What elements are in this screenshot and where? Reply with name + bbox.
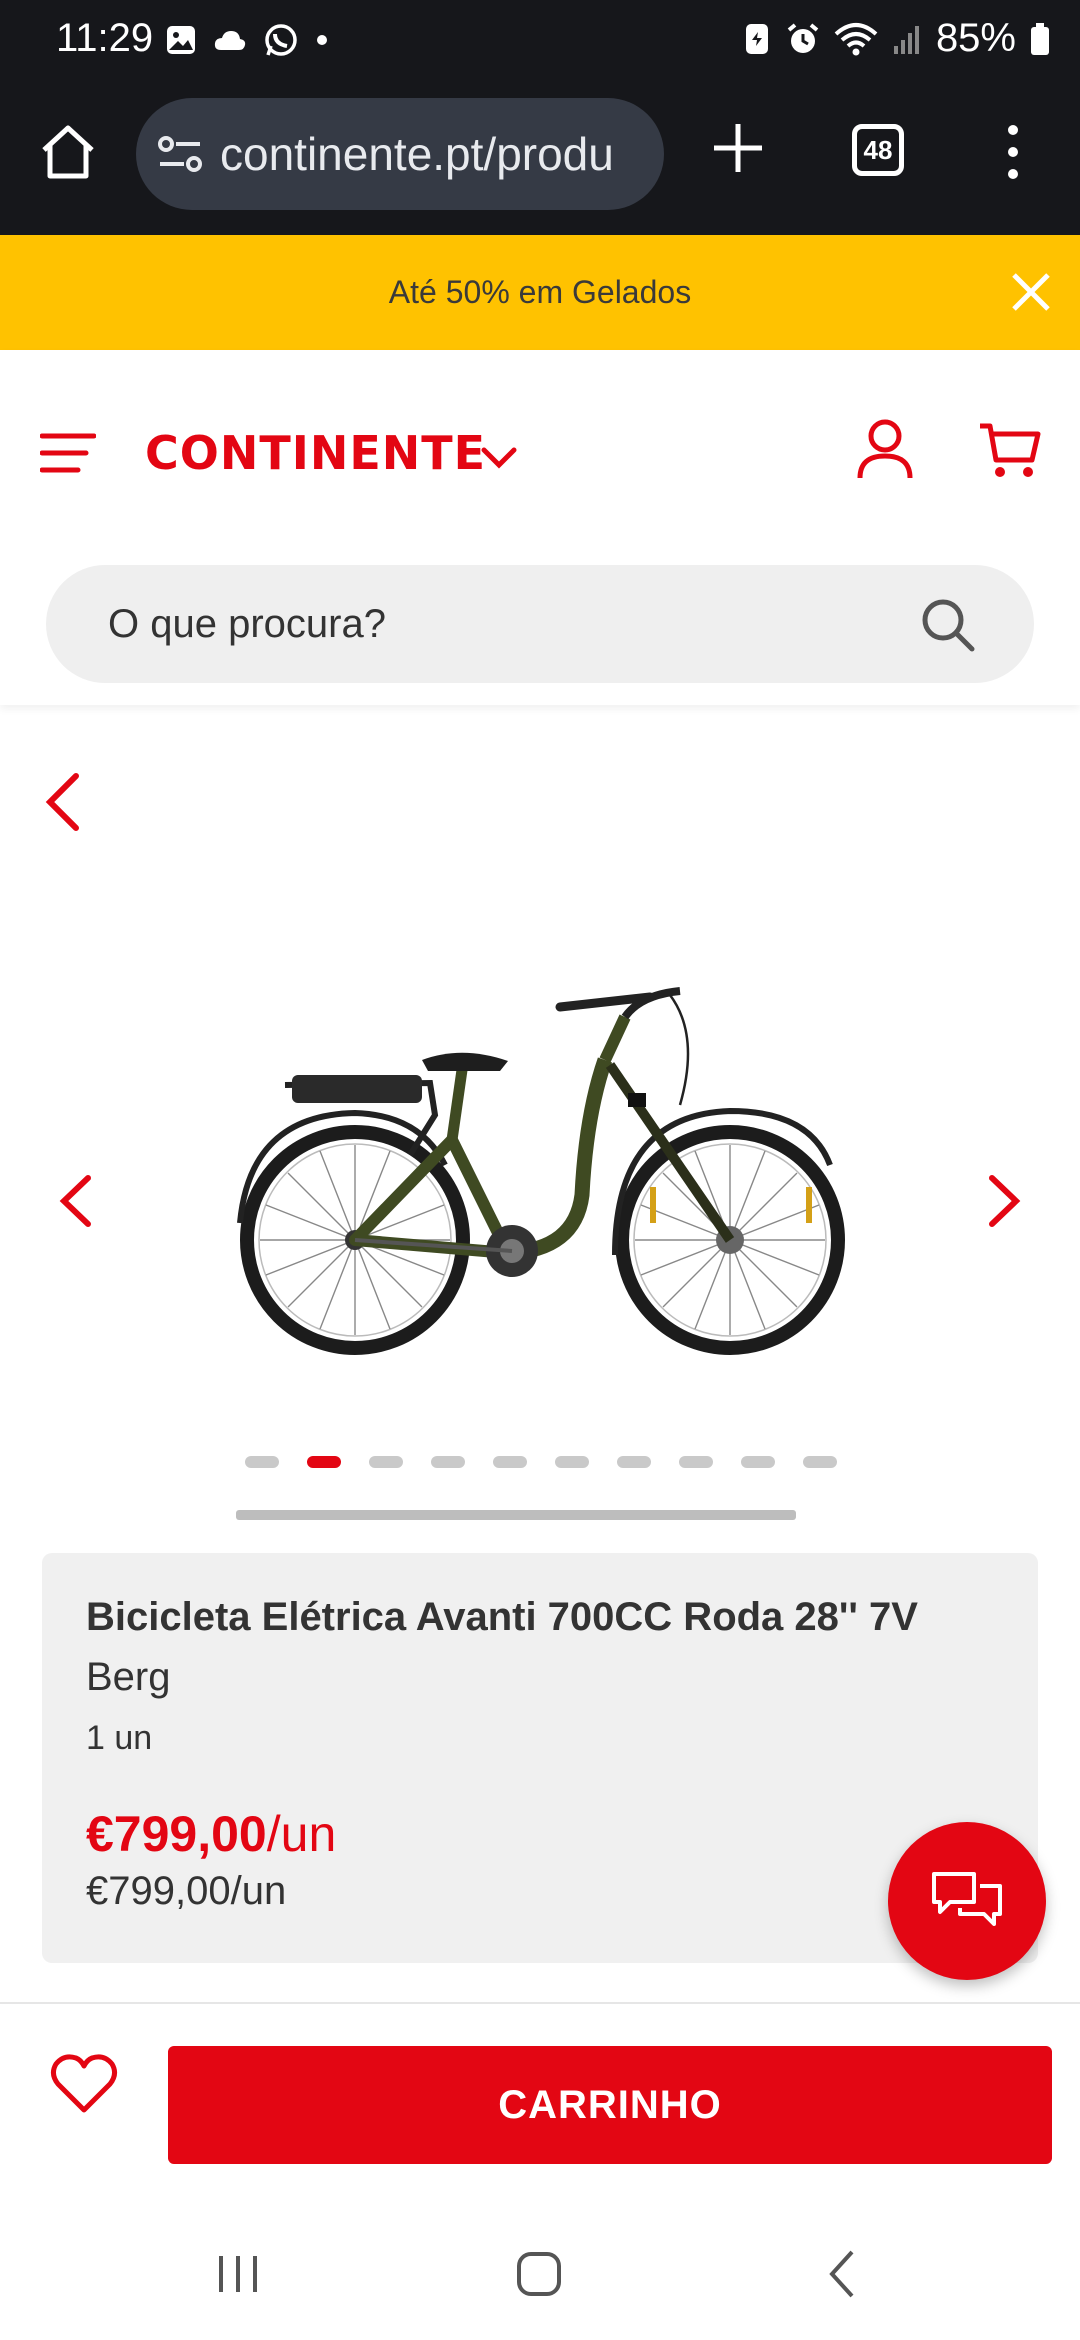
home-icon[interactable]: [36, 120, 100, 184]
chat-button[interactable]: [888, 1822, 1046, 1980]
whatsapp-icon: [265, 24, 297, 56]
nav-back-icon[interactable]: [826, 2248, 858, 2300]
signal-icon: [893, 25, 919, 54]
pagination-dot[interactable]: [431, 1456, 465, 1468]
pagination-dot[interactable]: [555, 1456, 589, 1468]
price-value: €799,00: [86, 1806, 267, 1862]
site-header: CONTINENTE: [0, 350, 1080, 705]
product-quantity: 1 un: [86, 1719, 153, 1757]
reference-price: €799,00/un: [86, 1869, 287, 1913]
product-title: Bicicleta Elétrica Avanti 700CC Roda 28'…: [86, 1595, 918, 1639]
add-to-cart-button[interactable]: CARRINHO: [168, 2046, 1052, 2164]
address-bar[interactable]: continente.pt/produ: [136, 98, 664, 210]
pagination-dot[interactable]: [617, 1456, 651, 1468]
menu-icon[interactable]: [40, 430, 96, 476]
pagination-dot[interactable]: [369, 1456, 403, 1468]
status-bar: 11:29 85%: [0, 0, 1080, 80]
pagination-dot[interactable]: [679, 1456, 713, 1468]
more-menu-icon[interactable]: [998, 120, 1028, 184]
new-tab-icon[interactable]: [706, 116, 770, 180]
cart-icon[interactable]: [978, 420, 1042, 480]
brand-logo[interactable]: CONTINENTE: [145, 426, 486, 480]
chat-icon: [932, 1872, 1002, 1926]
image-pagination: [245, 1456, 837, 1468]
price-unit: /un: [266, 1806, 337, 1862]
back-arrow-icon[interactable]: [42, 770, 84, 834]
pagination-dot[interactable]: [741, 1456, 775, 1468]
wifi-icon: [834, 22, 878, 55]
site-settings-icon[interactable]: [158, 134, 202, 174]
search-input[interactable]: [108, 601, 908, 647]
previous-image-icon[interactable]: [56, 1172, 96, 1230]
status-time: 11:29: [56, 16, 154, 60]
system-icons: 85%: [742, 16, 1050, 61]
account-icon[interactable]: [855, 416, 915, 482]
notification-icons: [165, 22, 329, 58]
chevron-down-icon[interactable]: [478, 436, 520, 478]
url-text: continente.pt/produ: [220, 128, 614, 180]
recent-apps-icon[interactable]: [215, 2252, 261, 2296]
more-notifications-icon: [317, 35, 327, 45]
cloud-icon: [214, 31, 246, 50]
browser-toolbar: continente.pt/produ 48: [0, 80, 1080, 235]
tab-switcher-button[interactable]: 48: [852, 124, 904, 176]
home-button-icon[interactable]: [515, 2250, 563, 2298]
next-image-icon[interactable]: [984, 1172, 1024, 1230]
product-image-electric-bicycle[interactable]: [230, 965, 850, 1365]
product-brand[interactable]: Berg: [86, 1655, 171, 1700]
battery-percent: 85%: [935, 16, 1016, 60]
heart-icon[interactable]: [50, 2052, 118, 2116]
promo-banner[interactable]: Até 50% em Gelados: [0, 235, 1080, 350]
gallery-icon: [167, 26, 195, 54]
pagination-dot[interactable]: [245, 1456, 279, 1468]
close-icon[interactable]: [1002, 263, 1060, 321]
alarm-icon: [787, 22, 819, 53]
search-icon[interactable]: [918, 595, 978, 655]
bottom-action-bar: CARRINHO: [0, 2002, 1080, 2190]
android-nav-bar: [0, 2190, 1080, 2340]
product-price: €799,00/un: [86, 1805, 336, 1863]
gallery-scrollbar[interactable]: [236, 1510, 796, 1520]
search-bar[interactable]: [46, 565, 1034, 683]
promo-text: Até 50% em Gelados: [388, 274, 692, 310]
data-saver-icon: [745, 23, 768, 54]
pagination-dot[interactable]: [803, 1456, 837, 1468]
battery-icon: [1031, 22, 1049, 55]
pagination-dot[interactable]: [493, 1456, 527, 1468]
pagination-dot-active[interactable]: [307, 1456, 341, 1468]
